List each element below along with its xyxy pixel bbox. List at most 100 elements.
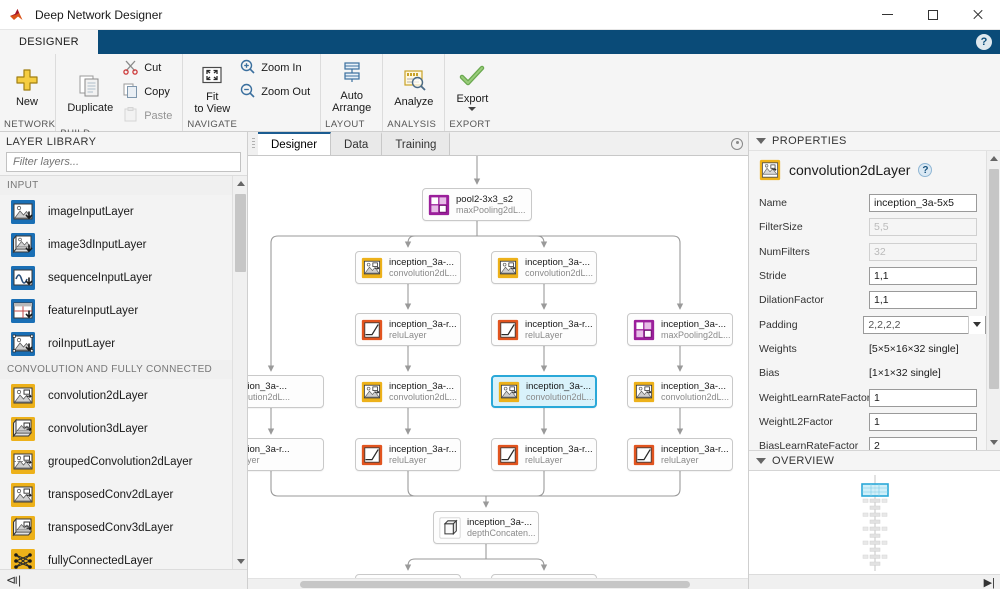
- property-input[interactable]: 1,1: [869, 291, 977, 309]
- chevron-down-icon[interactable]: [968, 316, 985, 334]
- layer-library-item-label: roiInputLayer: [48, 338, 115, 350]
- zoom-in-button[interactable]: Zoom In: [237, 56, 316, 80]
- scroll-up-button[interactable]: [233, 176, 247, 191]
- tab-training[interactable]: Training: [382, 132, 450, 155]
- overview-minimap[interactable]: [749, 470, 1000, 574]
- property-input[interactable]: inception_3a-5x5: [869, 194, 977, 212]
- property-input[interactable]: 1: [869, 413, 977, 431]
- canvas-horizontal-scrollbar[interactable]: [248, 578, 748, 589]
- filter-layers-input[interactable]: [13, 156, 234, 168]
- layer-library-item-roiInputLayer[interactable]: roiInputLayer: [0, 327, 232, 360]
- graph-node-i3a_r4[interactable]: inception_3a-r... reluLayer: [491, 438, 597, 471]
- maximize-button[interactable]: [910, 0, 955, 30]
- layer-library-item-label: imageInputLayer: [48, 206, 134, 218]
- node-type-icon: [361, 444, 383, 466]
- properties-header[interactable]: PROPERTIES: [749, 132, 1000, 151]
- overview-header[interactable]: OVERVIEW: [749, 451, 1000, 470]
- auto-arrange-button[interactable]: Auto Arrange: [325, 57, 378, 116]
- network-graph-canvas[interactable]: pool2-3x3_s2 maxPooling2dL... inception_…: [248, 156, 748, 578]
- property-row-WeightLearnRateFactor: WeightLearnRateFactor 1: [749, 385, 986, 409]
- canvas-viewport[interactable]: pool2-3x3_s2 maxPooling2dL... inception_…: [248, 156, 748, 589]
- chevron-down-icon[interactable]: [756, 138, 766, 144]
- properties-help-icon[interactable]: ?: [918, 163, 932, 177]
- properties-scroll-up-button[interactable]: [987, 151, 1000, 166]
- property-combo[interactable]: 2,2,2,2: [863, 316, 986, 334]
- new-plus-icon: [13, 65, 41, 95]
- scrollbar-thumb[interactable]: [235, 194, 246, 272]
- graph-node-i3a_r0[interactable]: inception_3a-r... reluLayer: [248, 438, 324, 471]
- properties-scrollbar[interactable]: [986, 151, 1000, 450]
- chevron-down-icon[interactable]: [756, 458, 766, 464]
- layer-library-scrollbar[interactable]: [232, 176, 247, 569]
- property-row-Padding: Padding 2,2,2,2: [749, 312, 986, 336]
- new-button[interactable]: New: [4, 63, 50, 110]
- tab-designer[interactable]: Designer: [258, 132, 331, 155]
- overview-graph: [749, 471, 1000, 574]
- node-type: reluLayer: [661, 455, 729, 466]
- expand-panel-button[interactable]: ▶|: [984, 576, 995, 589]
- canvas-hscroll-thumb[interactable]: [300, 581, 690, 588]
- graph-node-i3a_c2[interactable]: inception_3a-... convolution2dL...: [491, 251, 597, 284]
- node-type: reluLayer: [248, 455, 290, 466]
- node-type: convolution2dL...: [525, 268, 593, 279]
- convolution2d-layer-icon: [10, 383, 36, 409]
- graph-node-i3a_c4[interactable]: inception_3a-... convolution2dL...: [491, 375, 597, 408]
- graph-node-pool2[interactable]: pool2-3x3_s2 maxPooling2dL...: [422, 188, 532, 221]
- ribbon-tab-designer[interactable]: DESIGNER: [0, 30, 98, 54]
- minimize-button[interactable]: [865, 0, 910, 30]
- close-button[interactable]: [955, 0, 1000, 30]
- node-type-icon: [633, 319, 655, 341]
- chevron-down-icon: [237, 559, 245, 564]
- graph-node-i3a_c3[interactable]: inception_3a-... convolution2dL...: [355, 375, 461, 408]
- layer-library-item-convolution3dLayer[interactable]: convolution3dLayer: [0, 412, 232, 445]
- layer-library-item-transposedConv2dLayer[interactable]: transposedConv2dLayer: [0, 478, 232, 511]
- property-input[interactable]: 2: [869, 437, 977, 450]
- node-type: convolution2dL...: [526, 392, 594, 403]
- layer-library-item-transposedConv3dLayer[interactable]: transposedConv3dLayer: [0, 511, 232, 544]
- layer-library-item-sequenceInputLayer[interactable]: sequenceInputLayer: [0, 261, 232, 294]
- grouped-convolution2d-layer-icon: [10, 449, 36, 475]
- export-dropdown-arrow-icon[interactable]: [468, 107, 476, 111]
- graph-node-i3a_c0[interactable]: inception_3a-... convolution2dL...: [248, 375, 324, 408]
- cut-button[interactable]: Cut: [120, 56, 178, 80]
- property-input[interactable]: 1: [869, 389, 977, 407]
- layer-library-item-fullyConnectedLayer[interactable]: fullyConnectedLayer: [0, 544, 232, 569]
- filter-layers-box[interactable]: [6, 152, 241, 172]
- analyze-button[interactable]: Analyze: [387, 63, 440, 110]
- layer-library-item-convolution2dLayer[interactable]: convolution2dLayer: [0, 379, 232, 412]
- panel-drag-grip[interactable]: [248, 132, 258, 155]
- tab-data[interactable]: Data: [331, 132, 382, 155]
- zoom-out-button[interactable]: Zoom Out: [237, 80, 316, 104]
- graph-node-i3a_dc[interactable]: inception_3a-... depthConcaten...: [433, 511, 539, 544]
- graph-node-i3a_r2[interactable]: inception_3a-r... reluLayer: [491, 313, 597, 346]
- export-button[interactable]: Export: [449, 60, 495, 113]
- layer-library-item-image3dInputLayer[interactable]: image3dInputLayer: [0, 228, 232, 261]
- graph-node-i3a_r3[interactable]: inception_3a-r... reluLayer: [355, 438, 461, 471]
- property-input[interactable]: 1,1: [869, 267, 977, 285]
- layer-library-item-label: convolution3dLayer: [48, 423, 148, 435]
- property-label: FilterSize: [759, 221, 869, 233]
- canvas-options-button[interactable]: [726, 132, 748, 155]
- graph-node-i3a_r5[interactable]: inception_3a-r... reluLayer: [627, 438, 733, 471]
- graph-node-i3a_r1[interactable]: inception_3a-r... reluLayer: [355, 313, 461, 346]
- node-name: inception_3a-...: [661, 381, 729, 392]
- property-value: [1×1×32 single]: [869, 367, 941, 379]
- layer-library-item-imageInputLayer[interactable]: imageInputLayer: [0, 195, 232, 228]
- graph-node-i3a_c5[interactable]: inception_3a-... convolution2dL...: [627, 375, 733, 408]
- graph-node-i3a_mp[interactable]: inception_3a-... maxPooling2dL...: [627, 313, 733, 346]
- ribbon-group-layout: Auto Arrange LAYOUT: [320, 54, 382, 131]
- fit-to-view-button[interactable]: Fit to View: [187, 58, 237, 117]
- layer-library-item-label: transposedConv3dLayer: [48, 522, 173, 534]
- collapse-panel-button[interactable]: ⧏|: [6, 573, 21, 587]
- export-check-icon: [459, 62, 485, 92]
- graph-node-i3a_c1[interactable]: inception_3a-... convolution2dL...: [355, 251, 461, 284]
- layer-library-item-groupedConvolution2dLayer[interactable]: groupedConvolution2dLayer: [0, 445, 232, 478]
- properties-scrollbar-thumb[interactable]: [989, 169, 999, 389]
- scroll-down-button[interactable]: [233, 554, 247, 569]
- help-button[interactable]: ?: [976, 34, 992, 50]
- properties-scroll-down-button[interactable]: [987, 435, 1000, 450]
- property-value: [5×5×16×32 single]: [869, 343, 959, 355]
- duplicate-button[interactable]: Duplicate: [60, 69, 120, 116]
- layer-library-item-featureInputLayer[interactable]: featureInputLayer: [0, 294, 232, 327]
- copy-button[interactable]: Copy: [120, 80, 178, 104]
